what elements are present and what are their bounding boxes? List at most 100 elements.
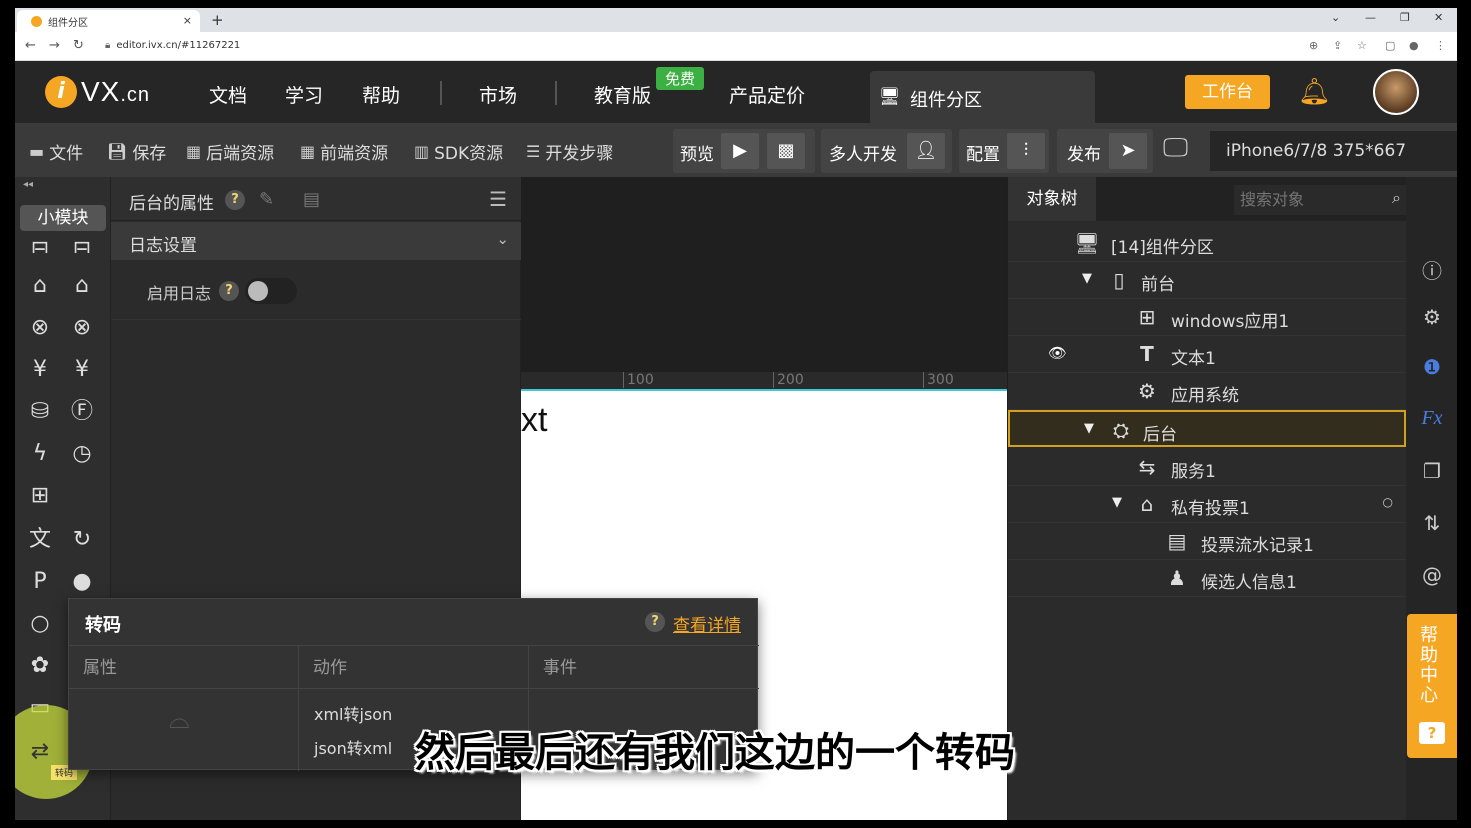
log-settings-section[interactable]: 日志设置 ⌄ <box>111 222 521 260</box>
tab-properties[interactable]: 属性 <box>69 646 299 690</box>
action-json-to-xml[interactable]: json转xml <box>314 735 392 759</box>
translate-icon[interactable]: 文 <box>25 525 55 555</box>
zoom-icon[interactable]: ⊕ <box>1309 39 1318 52</box>
module-icon[interactable]: ⊟ <box>67 235 97 253</box>
swap-icon[interactable]: ⇅ <box>1418 511 1446 539</box>
tab-actions[interactable]: 动作 <box>299 646 529 690</box>
help-center-button[interactable]: 帮助中心 ? <box>1407 614 1457 758</box>
huawei-icon[interactable]: ✿ <box>25 651 55 681</box>
bookmark-star-icon[interactable]: ☆ <box>1357 39 1367 52</box>
eye-icon[interactable]: 👁︎ <box>1048 344 1067 362</box>
tab-list-icon[interactable]: ⌄ <box>1331 11 1340 24</box>
tree-node-root[interactable]: 🖥︎ [14]组件分区 <box>1008 225 1407 262</box>
workbench-button[interactable]: 工作台 <box>1185 75 1270 109</box>
view-details-link[interactable]: 查看详情 <box>673 611 741 636</box>
tree-node-private-vote[interactable]: ▼ ⌂ 私有投票1 ○ <box>1008 486 1407 523</box>
hamburger-menu-icon[interactable]: ☰ <box>489 187 507 211</box>
play-icon[interactable]: ▶ <box>721 133 759 169</box>
browser-tab[interactable]: 组件分区 × <box>17 10 200 32</box>
ivx-logo[interactable]: i VX.cn <box>45 75 150 109</box>
nav-learn[interactable]: 学习 <box>285 81 323 108</box>
qrcode-icon[interactable]: ▩ <box>767 133 805 169</box>
expand-arrow-icon[interactable]: ▼ <box>1112 495 1122 510</box>
sync-icon[interactable]: ↻ <box>67 525 97 555</box>
edit-icon[interactable]: ✎ <box>259 189 274 210</box>
lottery-icon[interactable]: ⊗ <box>25 313 55 343</box>
tree-node-service1[interactable]: ⇆ 服务1 <box>1008 449 1407 486</box>
transcode-icon[interactable]: ⇄ <box>25 737 55 767</box>
module-chip[interactable]: 小模块 <box>20 205 106 231</box>
lottery-alt-icon[interactable]: ⊗ <box>67 313 97 343</box>
chat-icon[interactable]: ○ <box>25 609 55 639</box>
payment-icon[interactable]: ¥ <box>25 355 55 385</box>
properties-icon[interactable]: ⚙ <box>1418 305 1446 333</box>
tree-node-windows-app[interactable]: ⊞ windows应用1 <box>1008 299 1407 336</box>
vote-box-icon[interactable]: ⌂ <box>25 271 55 301</box>
close-tab-icon[interactable]: × <box>183 14 192 27</box>
reload-icon[interactable]: ↻ <box>73 38 84 53</box>
user-icon[interactable]: 👤︎ <box>907 133 945 169</box>
backend-resources-button[interactable]: ▦ 后端资源 <box>186 139 274 164</box>
collapse-icon[interactable]: ◂◂ <box>23 179 33 190</box>
enable-log-toggle[interactable] <box>245 278 297 304</box>
sliders-icon[interactable]: ⫶ <box>1007 133 1045 169</box>
module-icon[interactable]: ⊟ <box>25 235 55 253</box>
tree-node-app-system[interactable]: ⚙ 应用系统 <box>1008 373 1407 410</box>
restore-icon[interactable]: ❐ <box>1400 11 1410 24</box>
url-field[interactable]: 🔒︎ editor.ivx.cn/#11267221 <box>105 40 240 51</box>
tree-node-backend[interactable]: ▼ ⛭ 后台 <box>1008 410 1406 447</box>
dev-steps-button[interactable]: ☰ 开发步骤 <box>526 139 613 164</box>
notice-icon[interactable]: ❶ <box>1418 355 1446 383</box>
nav-docs[interactable]: 文档 <box>209 81 247 108</box>
lightning-db-icon[interactable]: ϟ <box>25 439 55 469</box>
share-icon[interactable]: ⇪ <box>1333 39 1342 52</box>
nav-market[interactable]: 市场 <box>479 81 517 108</box>
file-button[interactable]: ▬ 文件 <box>29 139 83 164</box>
sidebar-icon[interactable]: ▢ <box>1385 39 1395 52</box>
device-icon[interactable]: 🖵︎ <box>1163 133 1203 169</box>
brand-icon[interactable]: ● <box>67 567 97 597</box>
at-icon[interactable]: @ <box>1418 563 1446 591</box>
ft-clock-icon[interactable]: ◷ <box>67 439 97 469</box>
send-icon[interactable]: ➤ <box>1109 133 1147 169</box>
frontend-resources-button[interactable]: ▦ 前端资源 <box>300 139 388 164</box>
tab-object-tree[interactable]: 对象树 <box>1008 177 1096 221</box>
search-object-input[interactable] <box>1234 185 1407 215</box>
tree-node-text1[interactable]: 👁︎ T 文本1 <box>1008 336 1407 373</box>
tree-node-vote-records[interactable]: ▤ 投票流水记录1 <box>1008 523 1407 560</box>
nav-education[interactable]: 教育版 <box>594 81 651 108</box>
forward-icon[interactable]: → <box>49 38 60 53</box>
browser-menu-icon[interactable]: ⋮ <box>1435 39 1446 52</box>
bell-icon[interactable]: 🔔︎ <box>1298 77 1331 107</box>
expand-arrow-icon[interactable]: ▼ <box>1082 271 1092 286</box>
action-xml-to-json[interactable]: xml转json <box>314 701 392 725</box>
window-close-icon[interactable]: ✕ <box>1434 11 1443 24</box>
tab-events[interactable]: 事件 <box>529 646 759 690</box>
expand-arrow-icon[interactable]: ▼ <box>1084 421 1094 436</box>
nav-help[interactable]: 帮助 <box>362 81 400 108</box>
tree-node-frontend[interactable]: ▼ ▯ 前台 <box>1008 262 1407 299</box>
paypal-icon[interactable]: P <box>25 567 55 597</box>
avatar[interactable] <box>1373 69 1419 115</box>
layers-icon[interactable]: ❐ <box>1418 459 1446 487</box>
device-select[interactable]: iPhone6/7/8 375*667 <box>1210 131 1457 171</box>
database-icon[interactable]: ⛁ <box>25 397 55 427</box>
help-question-icon[interactable]: ? <box>225 190 245 210</box>
save-button[interactable]: 💾︎ 保存 <box>107 139 166 164</box>
profile-icon[interactable]: ● <box>1409 39 1419 52</box>
function-icon[interactable]: Fx <box>1418 407 1446 435</box>
notes-icon[interactable]: ▤ <box>303 189 320 210</box>
tree-node-candidate-info[interactable]: ♟ 候选人信息1 <box>1008 560 1407 597</box>
canvas-text-element[interactable]: xt <box>521 401 547 440</box>
tree-structure-icon[interactable]: ⊞ <box>25 481 55 511</box>
vote-box-lock-icon[interactable]: ⌂ <box>67 271 97 301</box>
nav-pricing[interactable]: 产品定价 <box>729 81 805 108</box>
tab-component-partition[interactable]: 🖥︎ 组件分区 <box>870 71 1095 123</box>
back-icon[interactable]: ← <box>25 38 36 53</box>
search-icon[interactable]: ⌕ <box>1392 188 1401 208</box>
sdk-resources-button[interactable]: ▥ SDK资源 <box>414 139 503 164</box>
info-icon[interactable]: ⓘ <box>1418 255 1446 283</box>
new-tab-button[interactable]: + <box>211 11 224 29</box>
payment-callback-icon[interactable]: ¥ <box>67 355 97 385</box>
help-question-icon[interactable]: ? <box>219 281 239 301</box>
